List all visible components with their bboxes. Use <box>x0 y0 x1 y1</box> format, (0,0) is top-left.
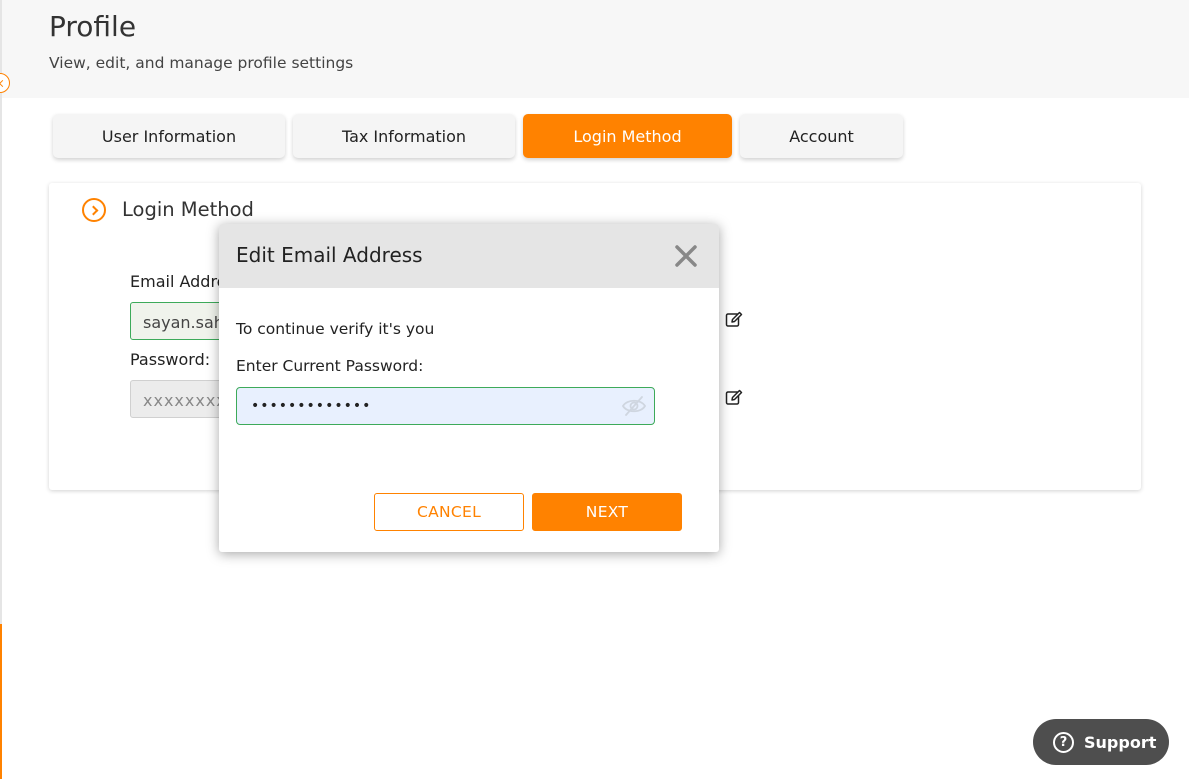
question-circle-icon: ? <box>1053 731 1074 753</box>
page-title: Profile <box>49 10 137 43</box>
sidebar-rail-accent <box>0 624 2 779</box>
chevron-right-circle-icon <box>82 198 106 222</box>
current-password-input[interactable] <box>237 388 617 423</box>
tab-login-method[interactable]: Login Method <box>523 114 732 158</box>
edit-password-icon[interactable] <box>725 389 743 407</box>
tab-account[interactable]: Account <box>740 114 903 158</box>
current-password-label: Enter Current Password: <box>236 357 424 375</box>
current-password-wrapper <box>236 387 655 425</box>
edit-email-modal: Edit Email Address To continue verify it… <box>219 224 719 552</box>
section-title: Login Method <box>122 198 254 221</box>
edit-email-icon[interactable] <box>725 311 743 329</box>
page-subtitle: View, edit, and manage profile settings <box>49 54 354 72</box>
support-label: Support <box>1084 732 1157 752</box>
close-icon[interactable] <box>673 243 699 269</box>
tab-tax-information[interactable]: Tax Information <box>293 114 515 158</box>
modal-header: Edit Email Address <box>219 224 719 288</box>
support-button[interactable]: ? Support <box>1033 719 1169 765</box>
page-header: Profile View, edit, and manage profile s… <box>2 0 1189 98</box>
modal-prompt: To continue verify it's you <box>236 320 435 338</box>
cancel-button[interactable]: CANCEL <box>374 493 524 531</box>
password-label: Password: <box>130 350 211 369</box>
tab-user-information[interactable]: User Information <box>53 114 285 158</box>
next-button[interactable]: NEXT <box>532 493 682 531</box>
modal-title: Edit Email Address <box>236 243 423 267</box>
eye-slash-icon[interactable] <box>621 393 647 419</box>
